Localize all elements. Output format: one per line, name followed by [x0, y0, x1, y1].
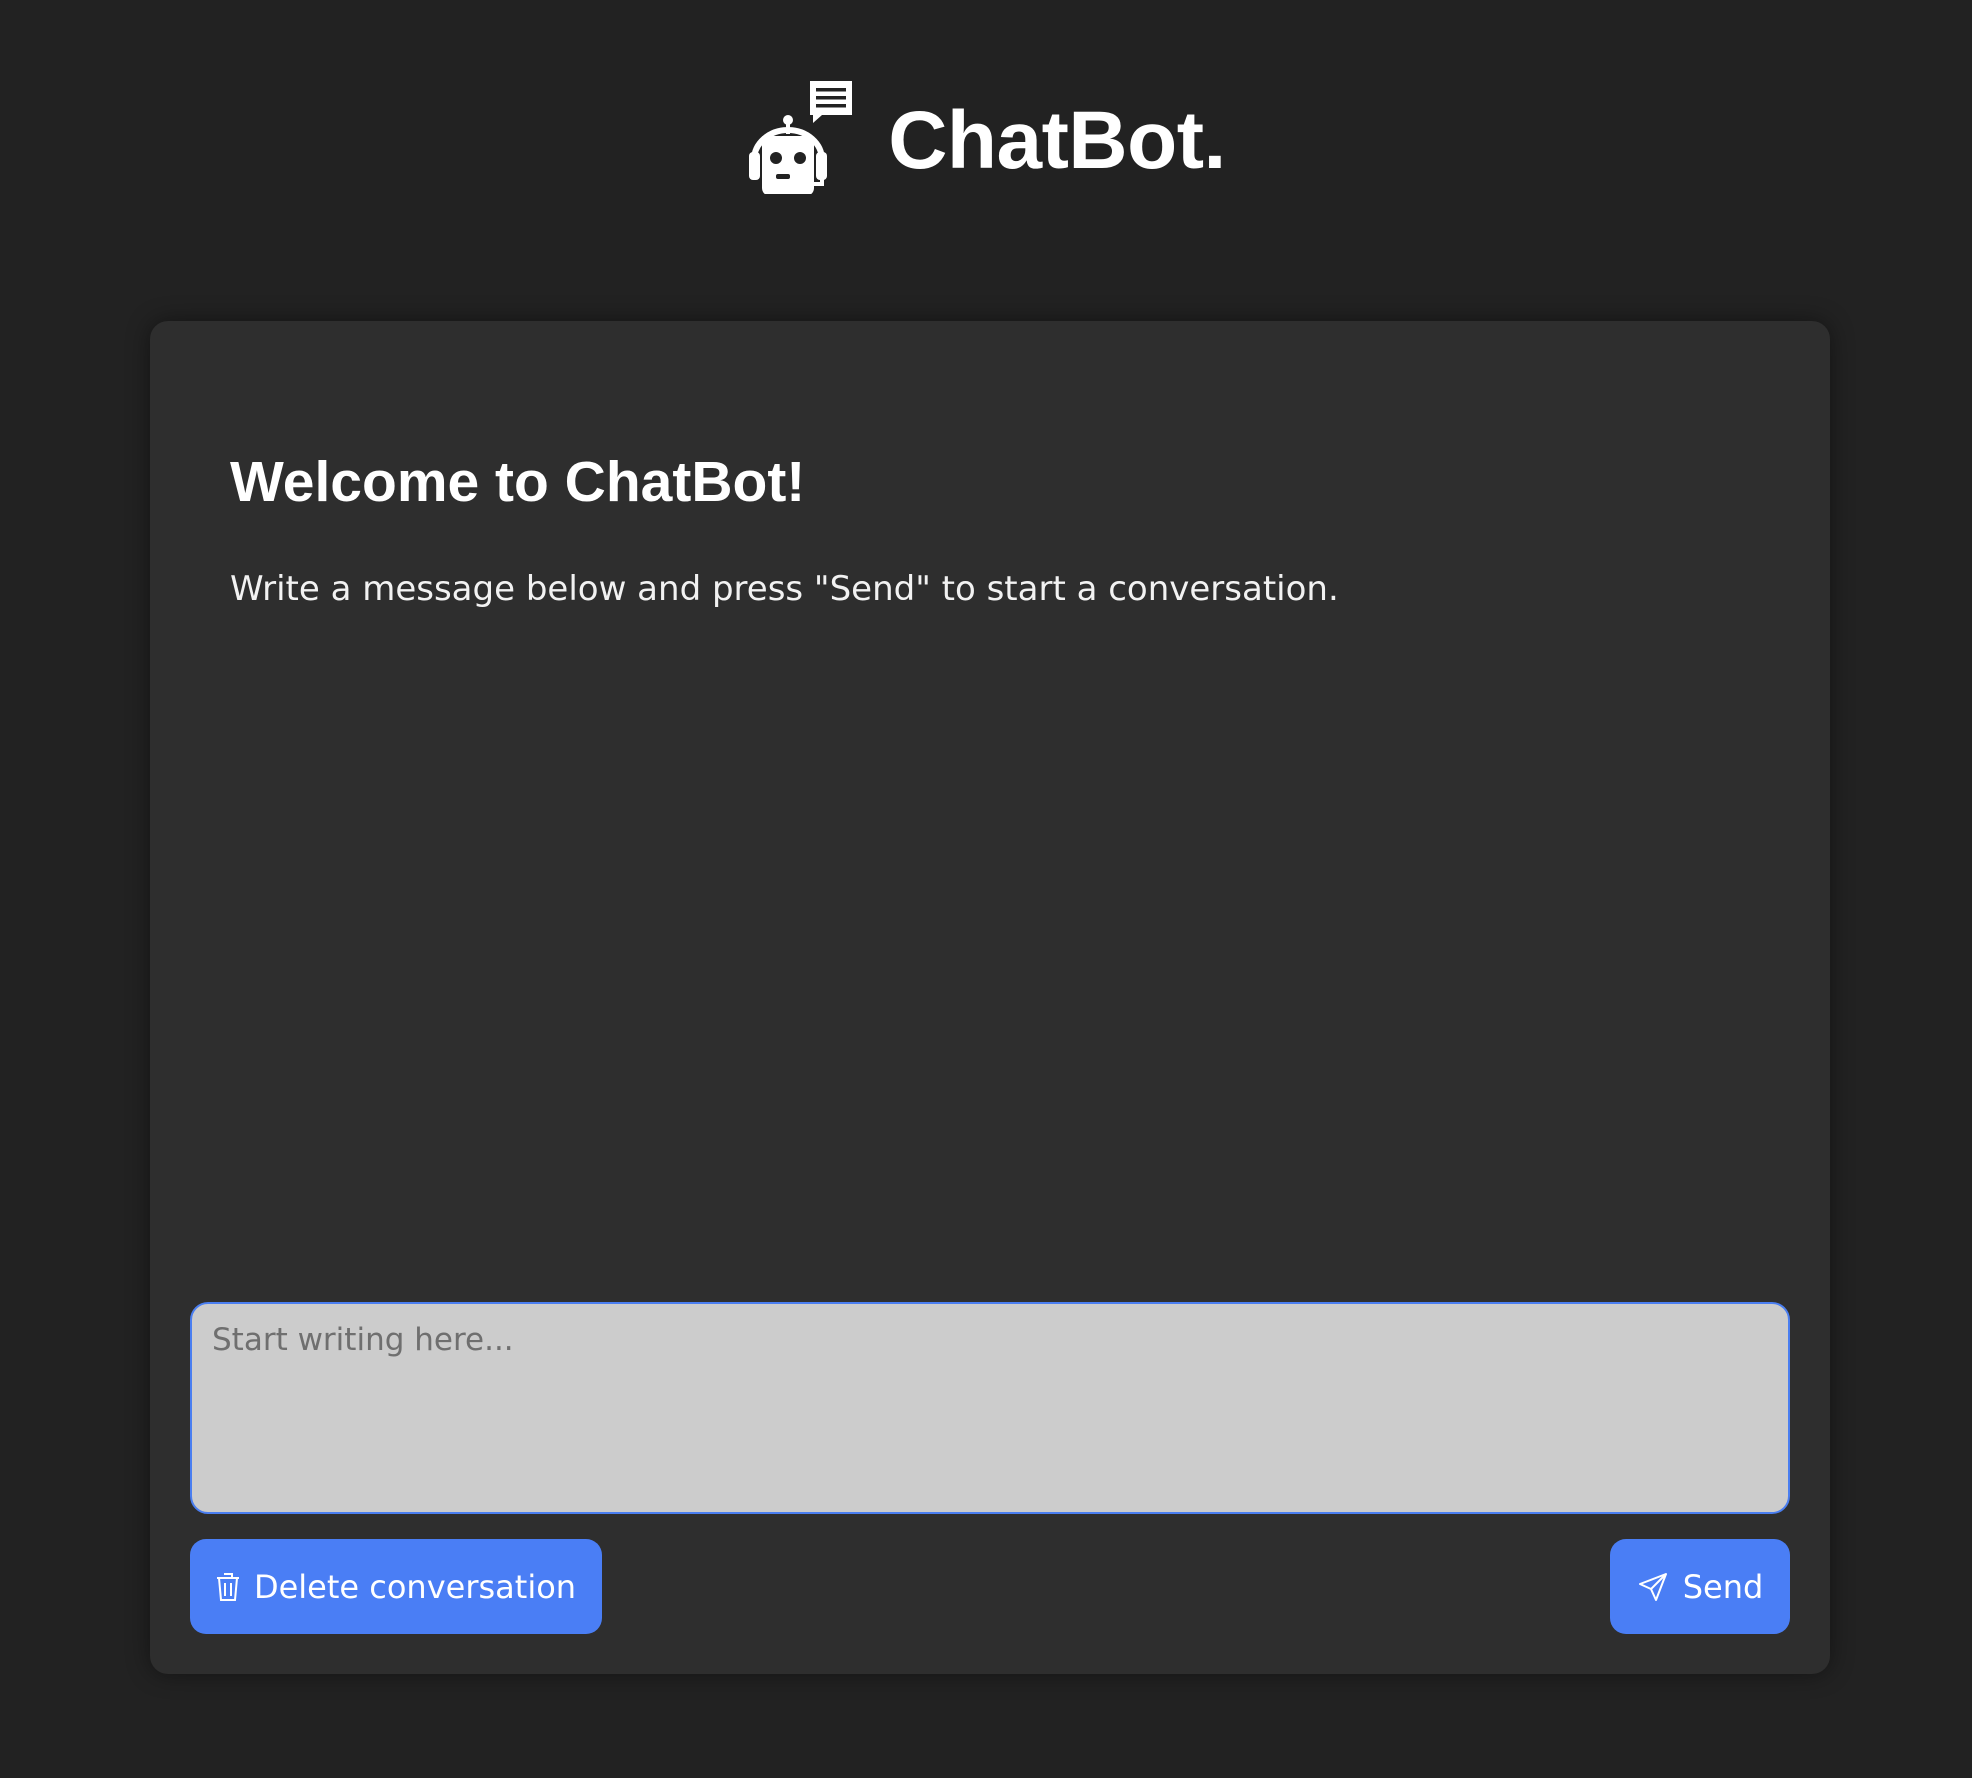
send-button[interactable]: Send: [1610, 1539, 1790, 1634]
trash-icon: [216, 1572, 239, 1601]
chatbot-logo-icon: [749, 81, 853, 194]
chat-panel: Welcome to ChatBot! Write a message belo…: [150, 321, 1830, 1674]
app-header: ChatBot.: [0, 70, 1972, 200]
welcome-title: Welcome to ChatBot!: [230, 450, 806, 514]
welcome-text: Write a message below and press "Send" t…: [230, 569, 1339, 609]
delete-conversation-button[interactable]: Delete conversation: [190, 1539, 602, 1634]
paper-plane-icon: [1638, 1572, 1667, 1601]
delete-conversation-label: Delete conversation: [253, 1567, 577, 1606]
send-label: Send: [1682, 1567, 1764, 1606]
brand-title: ChatBot.: [888, 95, 1226, 186]
message-input[interactable]: [190, 1302, 1790, 1514]
page: ChatBot. Welcome to ChatBot! Write a mes…: [0, 0, 1972, 1778]
